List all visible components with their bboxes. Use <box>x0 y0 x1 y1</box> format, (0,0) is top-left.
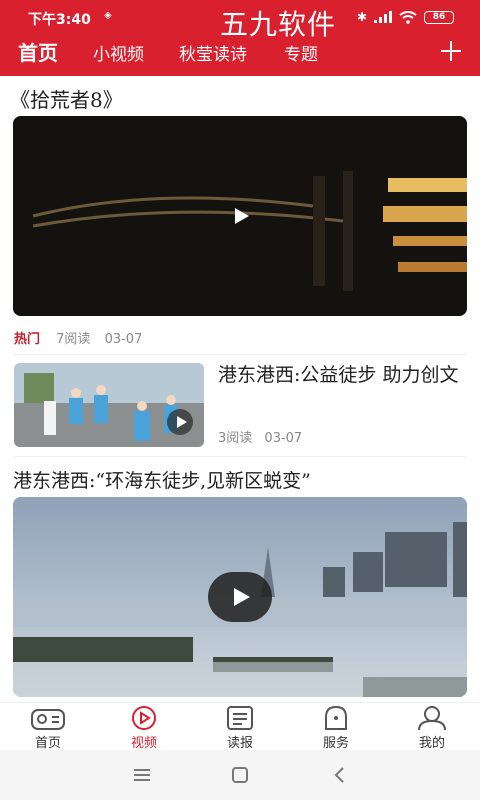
top-tabs: 首页 小视频 秋莹读诗 专题 <box>0 36 480 74</box>
nav-profile[interactable]: 我的 <box>384 705 480 751</box>
status-bar: 下午3:40 ◈ 五九软件 ✱ 86 <box>0 0 480 41</box>
nav-video[interactable]: 视频 <box>96 705 192 751</box>
tab-short-video[interactable]: 小视频 <box>93 40 144 65</box>
service-icon <box>325 705 347 730</box>
hot-badge: 热门 <box>14 332 41 347</box>
nav-label: 首页 <box>34 736 61 751</box>
article-title[interactable]: 港东港西:公益徒步 助力创文 <box>218 361 468 389</box>
home-icon[interactable] <box>228 764 252 786</box>
plus-icon[interactable] <box>438 38 464 64</box>
article-meta: 3阅读 03-07 <box>218 427 302 446</box>
play-circle-icon <box>132 706 156 730</box>
video-thumbnail[interactable] <box>13 497 467 697</box>
nav-label: 视频 <box>130 736 157 751</box>
tab-home[interactable]: 首页 <box>18 37 58 66</box>
article-title[interactable]: 港东港西:“环海东徒步,见新区蜕变” <box>13 466 311 493</box>
tab-topics[interactable]: 专题 <box>284 40 318 65</box>
bluetooth-icon: ✱ <box>356 10 367 24</box>
video-thumbnail[interactable] <box>13 116 467 316</box>
tab-qiuying-poetry[interactable]: 秋莹读诗 <box>179 40 247 65</box>
article-thumbnail[interactable] <box>14 363 204 447</box>
sim-icon: ◈ <box>104 10 112 21</box>
article-title[interactable]: 《拾荒者8》 <box>10 84 123 113</box>
app-header: 下午3:40 ◈ 五九软件 ✱ 86 首页 小视频 秋莹读诗 专题 <box>0 0 480 76</box>
play-icon[interactable] <box>167 409 193 435</box>
play-icon[interactable] <box>208 572 272 622</box>
menu-icon[interactable] <box>130 764 154 786</box>
nav-label: 服务 <box>322 736 349 751</box>
wifi-icon <box>399 10 417 24</box>
radio-icon <box>31 709 65 730</box>
nav-label: 我的 <box>418 736 445 751</box>
signal-icon <box>374 11 392 23</box>
publish-date: 03-07 <box>264 431 303 446</box>
nav-service[interactable]: 服务 <box>288 705 384 751</box>
bottom-nav: 首页 视频 读报 服务 我的 <box>0 702 480 751</box>
news-feed: 《拾荒者8》 热门 7阅读 03-07 港东港西:公益徒步 助力创文 3阅读 0… <box>0 76 480 702</box>
back-icon[interactable] <box>328 764 352 786</box>
nav-label: 读报 <box>226 736 253 751</box>
newspaper-icon <box>227 706 253 730</box>
play-icon[interactable] <box>229 204 253 228</box>
status-icons: ✱ 86 <box>357 10 454 24</box>
divider <box>14 354 466 355</box>
read-count: 7阅读 <box>56 332 91 347</box>
divider <box>14 456 466 457</box>
battery-icon: 86 <box>424 10 454 24</box>
system-navigation-bar <box>0 750 480 800</box>
nav-home[interactable]: 首页 <box>0 705 96 751</box>
article-meta: 热门 7阅读 03-07 <box>14 328 152 347</box>
user-icon <box>418 706 446 731</box>
publish-date: 03-07 <box>104 332 143 347</box>
nav-newspaper[interactable]: 读报 <box>192 705 288 751</box>
status-time: 下午3:40 <box>28 12 91 28</box>
read-count: 3阅读 <box>218 431 253 446</box>
